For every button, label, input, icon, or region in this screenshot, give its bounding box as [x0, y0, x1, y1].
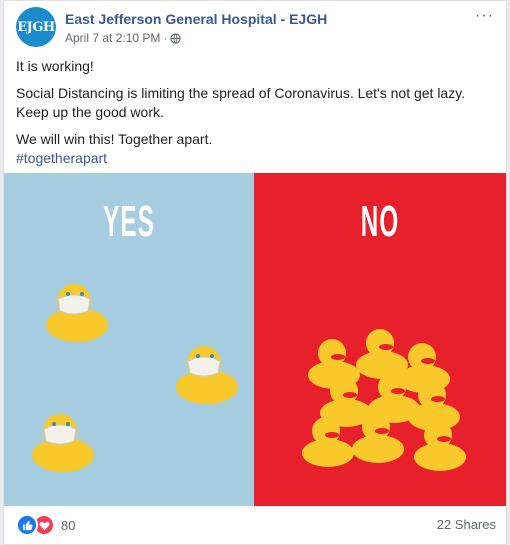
shares-count[interactable]: 22 Shares	[437, 517, 496, 532]
post-paragraph: We will win this! Together apart.	[16, 131, 213, 147]
post-paragraph: Social Distancing is limiting the spread…	[16, 85, 466, 120]
crowded-ducks-icon	[302, 329, 466, 471]
page-name-link[interactable]: East Jefferson General Hospital - EJGH	[65, 11, 327, 27]
post-body: It is working! Social Distancing is limi…	[16, 57, 496, 176]
page-avatar[interactable]: EJGH	[16, 7, 56, 47]
no-label: NO	[360, 197, 400, 246]
avatar-logo-text: EJGH	[17, 19, 55, 35]
like-icon	[16, 514, 38, 536]
post-meta: April 7 at 2:10 PM ·	[65, 31, 182, 45]
post-timestamp[interactable]: April 7 at 2:10 PM	[65, 31, 160, 45]
meta-separator: ·	[163, 31, 168, 45]
post-footer: 80 22 Shares	[16, 514, 496, 536]
yes-panel: YES	[4, 173, 254, 506]
masked-duck-icon	[176, 346, 238, 404]
post-paragraph: It is working!	[16, 58, 94, 74]
post-image[interactable]: YES NO	[4, 173, 506, 506]
masked-duck-icon	[32, 414, 94, 472]
globe-icon[interactable]	[170, 32, 182, 44]
more-options-icon[interactable]: ···	[475, 7, 494, 25]
no-panel: NO	[254, 173, 506, 506]
yes-label: YES	[103, 197, 155, 246]
reactions-summary[interactable]: 80	[16, 514, 75, 536]
hashtag-link[interactable]: #togetherapart	[16, 150, 107, 166]
masked-duck-icon	[46, 284, 108, 342]
post-card: EJGH East Jefferson General Hospital - E…	[3, 0, 507, 545]
reaction-count: 80	[61, 517, 76, 533]
